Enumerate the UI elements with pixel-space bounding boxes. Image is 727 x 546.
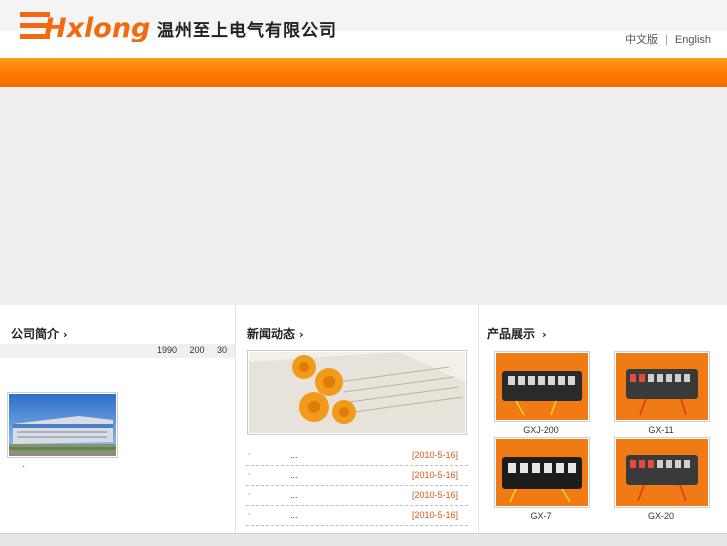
news-item[interactable]: ◦ ... [2010-5-16] xyxy=(246,486,468,506)
terminal-block-icon xyxy=(616,439,708,506)
language-switcher: 中文版 | English xyxy=(625,31,711,47)
news-item[interactable]: ◦ ... [2010-5-16] xyxy=(246,466,468,486)
lang-chinese-link[interactable]: 中文版 xyxy=(625,34,658,46)
product-image[interactable] xyxy=(614,437,710,508)
news-item-date: [2010-5-16] xyxy=(411,490,458,500)
svg-text:Hxlong: Hxlong xyxy=(44,13,150,42)
site-header: Hxlong 温州至上电气有限公司 中文版 | English xyxy=(0,0,727,58)
news-item-title[interactable]: ... xyxy=(290,470,298,480)
bullet-icon: ◦ xyxy=(248,511,251,518)
chevron-right-icon: › xyxy=(63,328,68,341)
news-title-label: 新闻动态 xyxy=(247,327,296,341)
about-title-label: 公司简介 xyxy=(11,327,60,341)
about-intro-text: 1990 200 30 xyxy=(156,345,227,355)
product-card[interactable]: GX-11 xyxy=(614,351,710,435)
news-item[interactable]: ◦ ... [2010-5-16] xyxy=(246,506,468,526)
product-image[interactable] xyxy=(614,351,710,422)
news-title[interactable]: 新闻动态 › xyxy=(247,325,304,342)
about-more-dot: · xyxy=(22,461,26,472)
about-title[interactable]: 公司简介 › xyxy=(11,325,68,342)
news-item-date: [2010-5-16] xyxy=(411,510,458,520)
products-title-label: 产品展示 xyxy=(487,327,536,341)
hxlong-logo[interactable]: Hxlong xyxy=(20,10,150,42)
product-card[interactable]: GX-20 xyxy=(614,437,710,521)
main-content: 公司简介 › 1990 200 30 · 新闻动态 › ◦ ... [2010-… xyxy=(0,305,727,533)
bullet-icon: ◦ xyxy=(248,491,251,498)
chevron-right-icon: › xyxy=(542,328,547,341)
products-section: 产品展示 › GXJ-200 GX-11 GX-7 GX-20 xyxy=(478,305,727,533)
company-name: 温州至上电气有限公司 xyxy=(157,21,337,41)
terminal-block-icon xyxy=(496,353,588,420)
product-name[interactable]: GX-7 xyxy=(494,511,588,521)
factory-building-icon xyxy=(9,394,116,456)
news-item-title[interactable]: ... xyxy=(290,450,298,460)
product-name[interactable]: GXJ-200 xyxy=(494,425,588,435)
newspaper-flowers-icon xyxy=(249,352,465,433)
news-item[interactable]: ◦ ... [2010-5-16] xyxy=(246,446,468,466)
news-image xyxy=(247,350,467,435)
news-list: ◦ ... [2010-5-16] ◦ ... [2010-5-16] ◦ ..… xyxy=(246,446,468,526)
news-item-date: [2010-5-16] xyxy=(411,450,458,460)
product-card[interactable]: GXJ-200 xyxy=(494,351,590,435)
product-image[interactable] xyxy=(494,351,590,422)
bullet-icon: ◦ xyxy=(248,451,251,458)
news-item-date: [2010-5-16] xyxy=(411,470,458,480)
product-image[interactable] xyxy=(494,437,590,508)
about-intro-strip: 1990 200 30 xyxy=(0,344,235,358)
news-item-title[interactable]: ... xyxy=(290,490,298,500)
news-item-title[interactable]: ... xyxy=(290,510,298,520)
lang-separator: | xyxy=(665,34,668,46)
lang-english-link[interactable]: English xyxy=(675,34,711,46)
bullet-icon: ◦ xyxy=(248,471,251,478)
nav-bar xyxy=(0,58,727,87)
products-title[interactable]: 产品展示 › xyxy=(487,325,547,342)
chevron-right-icon: › xyxy=(299,328,304,341)
product-name[interactable]: GX-20 xyxy=(614,511,708,521)
product-name[interactable]: GX-11 xyxy=(614,425,708,435)
factory-image[interactable] xyxy=(7,392,118,458)
terminal-block-icon xyxy=(496,439,588,506)
product-card[interactable]: GX-7 xyxy=(494,437,590,521)
about-section: 公司简介 › 1990 200 30 · xyxy=(0,305,235,533)
banner-area xyxy=(0,87,727,305)
footer-strip xyxy=(0,533,727,546)
news-section: 新闻动态 › ◦ ... [2010-5-16] ◦ ... [2010-5-1… xyxy=(235,305,479,533)
terminal-block-icon xyxy=(616,353,708,420)
